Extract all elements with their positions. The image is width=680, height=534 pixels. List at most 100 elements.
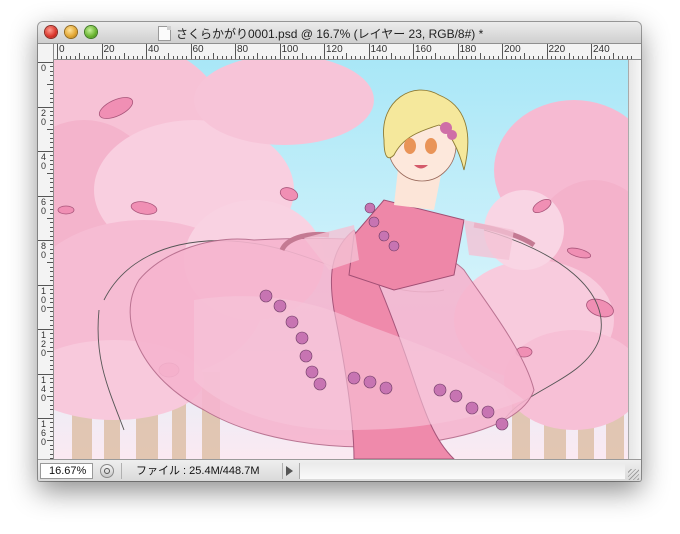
- ruler-tick: [484, 56, 486, 59]
- window-title-group: さくらかがり0001.psd @ 16.7% (レイヤー 23, RGB/8#)…: [158, 25, 483, 41]
- ruler-tick: [555, 56, 557, 59]
- ruler-top-label: 20: [103, 44, 115, 55]
- ruler-tick: [159, 56, 161, 59]
- ruler-tick: [252, 56, 254, 59]
- document-icon: [158, 25, 171, 41]
- ruler-tick: [319, 56, 321, 59]
- ruler-tick: [306, 56, 308, 59]
- ruler-tick: [97, 56, 99, 59]
- ruler-tick: [199, 56, 201, 59]
- title-bar[interactable]: さくらかがり0001.psd @ 16.7% (レイヤー 23, RGB/8#)…: [38, 22, 641, 44]
- ruler-tick: [50, 355, 53, 357]
- ruler-tick: [50, 79, 53, 81]
- horizontal-scrollbar[interactable]: [299, 463, 625, 479]
- ruler-tick: [105, 56, 107, 59]
- ruler-tick: [466, 56, 468, 59]
- ruler-tick: [137, 56, 139, 59]
- ruler-tick: [79, 53, 81, 59]
- ruler-tick: [50, 191, 53, 193]
- ruler-tick: [573, 56, 575, 59]
- ruler-tick: [626, 56, 628, 59]
- ruler-tick: [390, 53, 392, 59]
- ruler-tick: [564, 56, 566, 59]
- ruler-top-label: 60: [192, 44, 204, 55]
- ruler-tick: [475, 56, 477, 59]
- ruler-tick: [172, 56, 174, 59]
- ruler-tick: [47, 440, 53, 442]
- ruler-tick: [50, 208, 53, 210]
- ruler-tick: [448, 56, 450, 59]
- ruler-tick: [186, 56, 188, 59]
- ruler-tick: [50, 155, 53, 157]
- ruler-tick: [50, 315, 53, 317]
- ruler-tick: [546, 44, 548, 59]
- ruler-tick: [582, 56, 584, 59]
- resize-grip-icon[interactable]: [628, 469, 639, 480]
- ruler-tick: [50, 110, 53, 112]
- ruler-tick: [50, 404, 53, 406]
- ruler-tick: [257, 53, 259, 59]
- ruler-tick: [577, 56, 579, 59]
- ruler-tick: [50, 324, 53, 326]
- ruler-tick: [435, 53, 437, 59]
- status-menu-icon[interactable]: [100, 464, 114, 478]
- ruler-top-label: 240: [593, 44, 610, 55]
- document-canvas[interactable]: [54, 60, 628, 459]
- ruler-tick: [47, 84, 53, 86]
- ruler-tick: [38, 62, 53, 63]
- ruler-tick: [47, 217, 53, 219]
- ruler-tick: [38, 106, 53, 108]
- ruler-tick: [101, 44, 103, 59]
- close-icon[interactable]: [45, 26, 57, 38]
- ruler-tick: [346, 53, 348, 59]
- ruler-tick: [50, 297, 53, 299]
- ruler-tick: [586, 56, 588, 59]
- arrow-right-icon[interactable]: [286, 466, 293, 476]
- ruler-tick: [613, 53, 615, 59]
- ruler-tick: [50, 257, 53, 259]
- ruler-tick: [591, 44, 592, 59]
- ruler-tick: [50, 271, 53, 273]
- ruler-tick: [50, 337, 53, 339]
- ruler-tick: [50, 70, 53, 72]
- ruler-tick: [559, 56, 561, 59]
- zoom-level-field[interactable]: 16.67%: [40, 463, 93, 479]
- ruler-tick: [497, 56, 499, 59]
- ruler-tick: [47, 128, 53, 130]
- ruler-tick: [141, 56, 143, 59]
- vertical-scrollbar[interactable]: [628, 60, 641, 459]
- ruler-tick: [110, 56, 112, 59]
- ruler-tick: [395, 56, 397, 59]
- vertical-ruler[interactable]: 0 20 40 60 80 100 120 140 160: [38, 59, 54, 459]
- ruler-tick: [50, 231, 53, 233]
- minimize-icon[interactable]: [65, 26, 77, 38]
- ruler-tick: [50, 244, 53, 246]
- ruler-tick: [47, 173, 53, 175]
- ruler-tick: [119, 56, 121, 59]
- ruler-tick: [50, 75, 53, 77]
- horizontal-ruler[interactable]: 0 20 40 60 80 100 120 140 160 180 200 220 240: [54, 44, 641, 60]
- ruler-tick: [50, 377, 53, 379]
- ruler-tick: [502, 44, 503, 59]
- ruler-tick: [221, 56, 223, 59]
- zoom-icon[interactable]: [85, 26, 97, 38]
- ruler-tick: [430, 56, 432, 59]
- ruler-tick: [453, 56, 455, 59]
- ruler-tick: [50, 159, 53, 161]
- ruler-top-label: 160: [415, 44, 432, 55]
- ruler-origin[interactable]: [38, 44, 54, 60]
- ruler-tick: [50, 102, 53, 104]
- ruler-tick: [50, 182, 53, 184]
- ruler-tick: [50, 342, 53, 344]
- ruler-top-label: 220: [548, 44, 566, 55]
- ruler-tick: [50, 88, 53, 90]
- ruler-tick: [50, 133, 53, 135]
- ruler-tick: [50, 369, 53, 371]
- ruler-tick: [542, 56, 544, 59]
- ruler-tick: [128, 56, 130, 59]
- ruler-tick: [92, 56, 94, 59]
- ruler-tick: [50, 213, 53, 215]
- ruler-tick: [261, 56, 263, 59]
- ruler-tick: [146, 44, 147, 59]
- ruler-tick: [515, 56, 517, 59]
